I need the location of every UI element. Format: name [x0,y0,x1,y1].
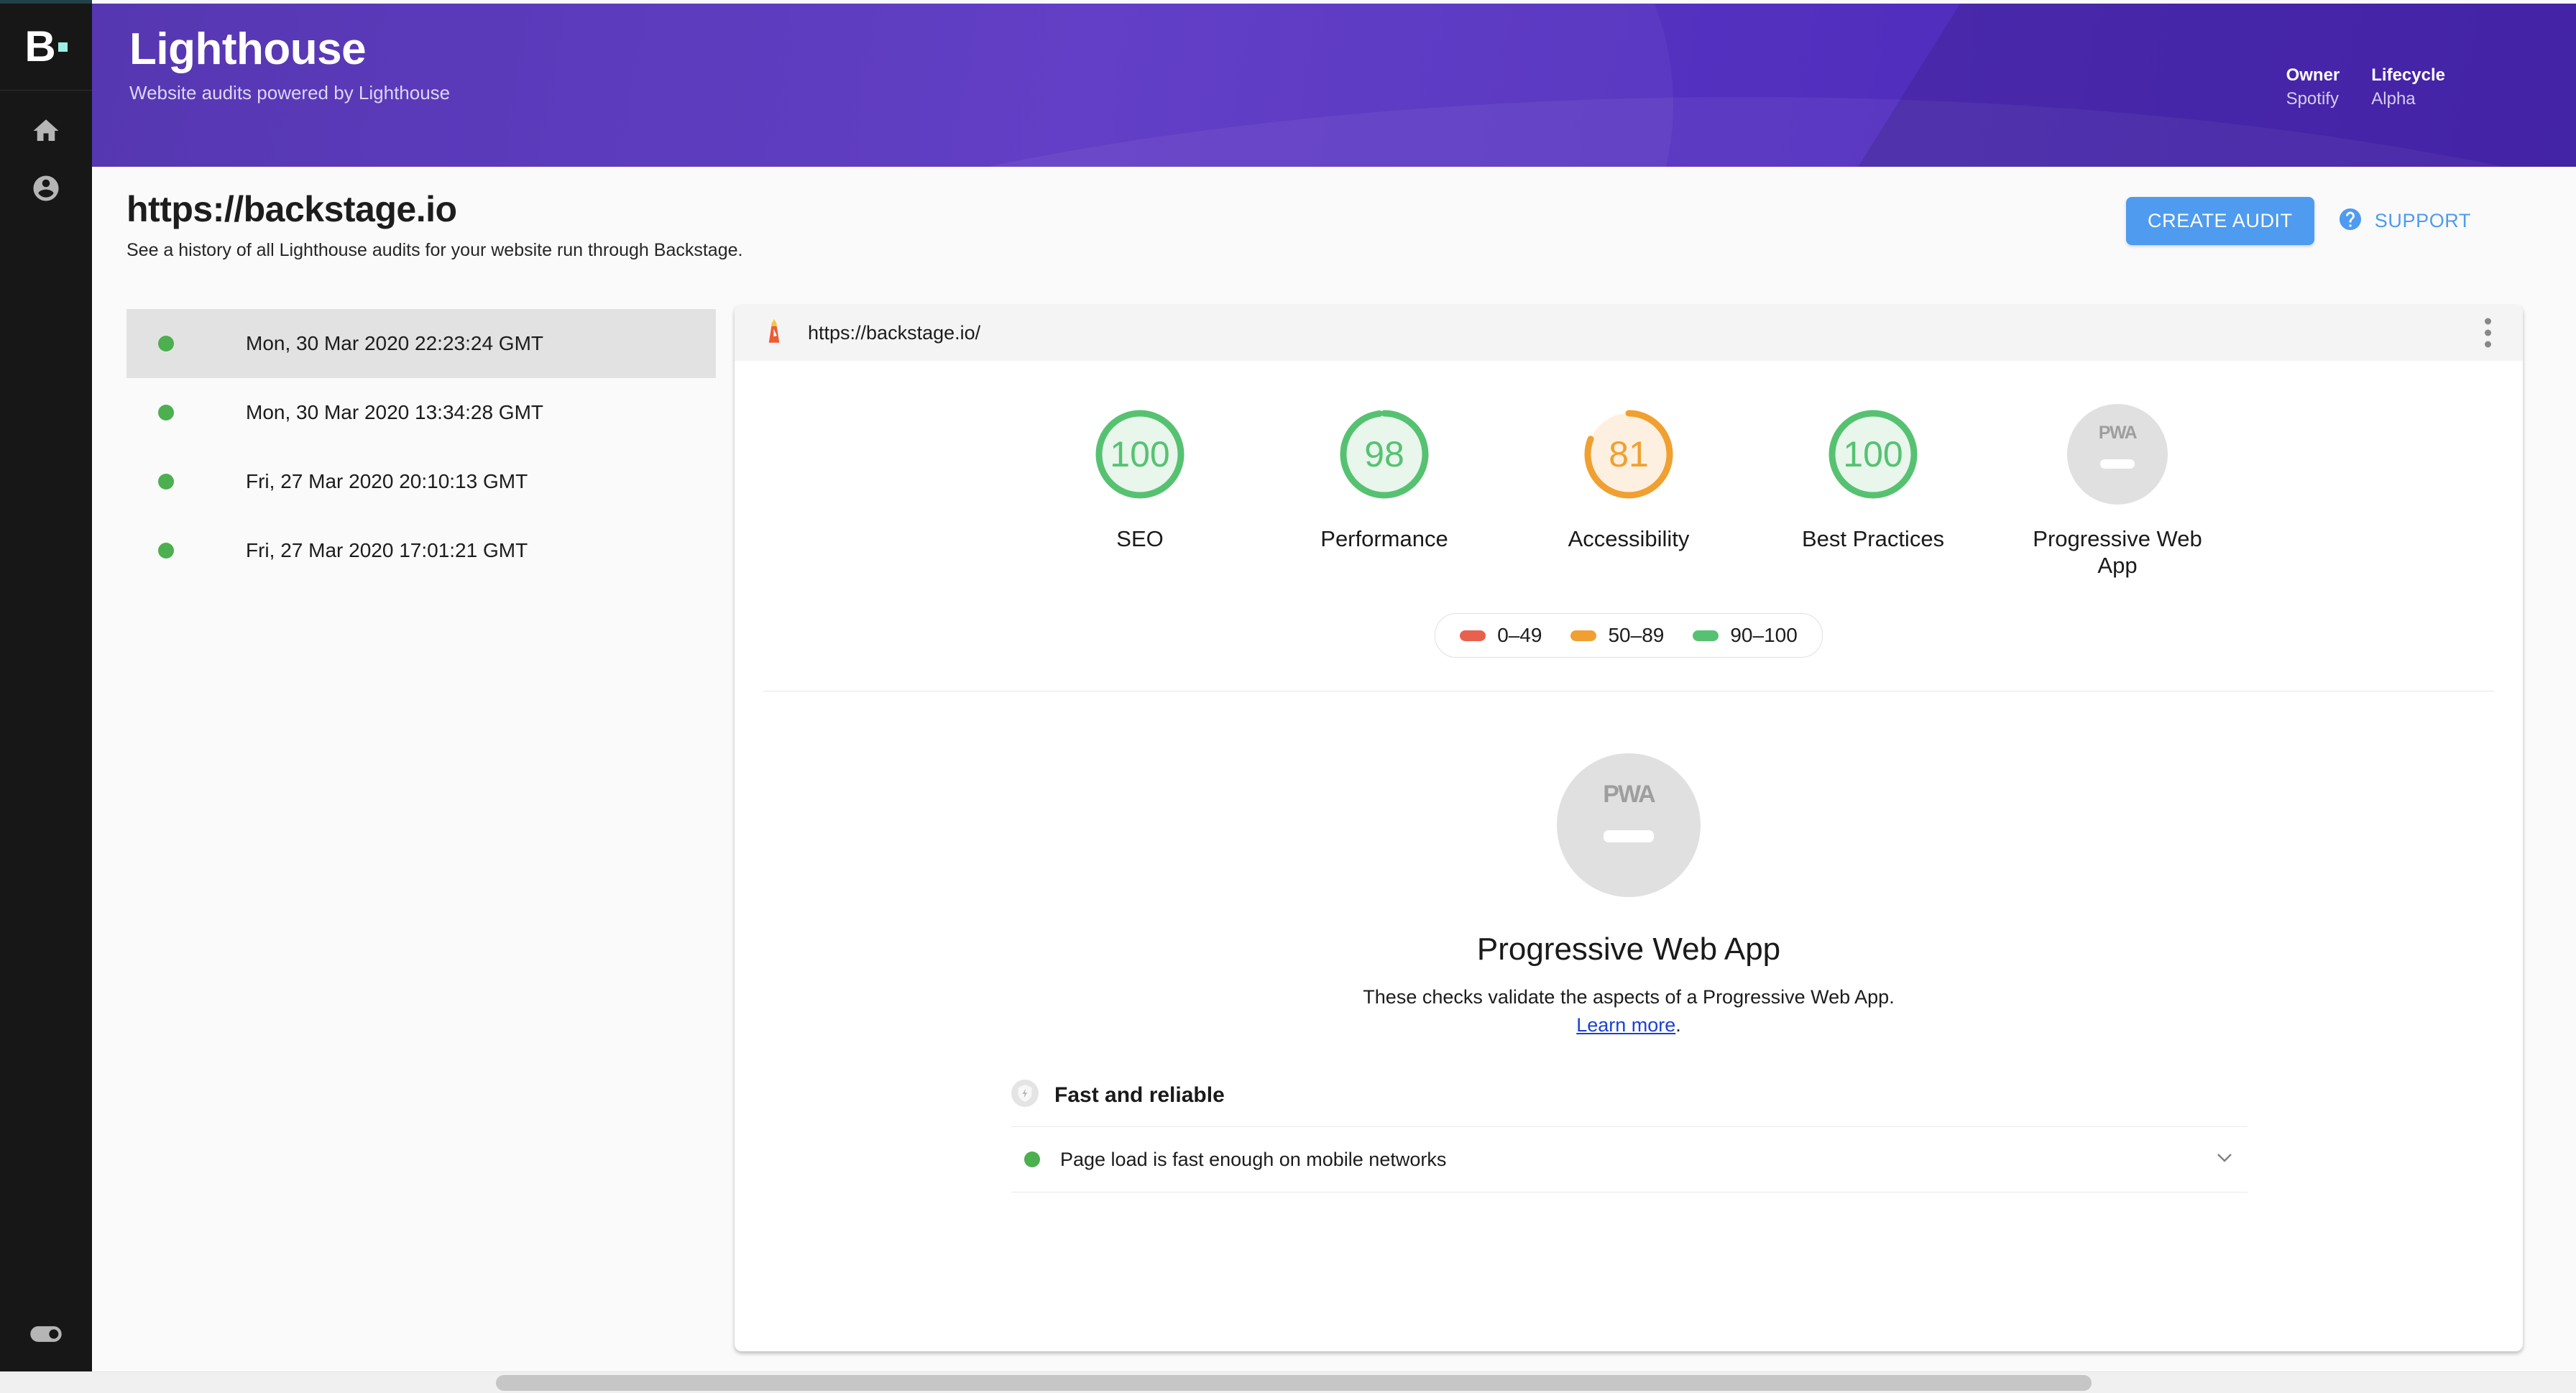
scrollbar-thumb[interactable] [496,1375,2092,1391]
page-banner: Lighthouse Website audits powered by Lig… [92,4,2576,167]
status-dot-icon [158,543,174,558]
backstage-logo[interactable]: B [0,4,92,90]
gauge-accessibility: 81 [1578,404,1679,505]
pwa-large-badge: PWA [1557,753,1701,898]
meta-owner: Owner Spotify [2286,64,2340,112]
audit-detail-card: https://backstage.io/ 100 SEO 98 Perform… [735,305,2523,1351]
more-vert-icon[interactable] [2485,318,2491,348]
chevron-down-icon[interactable] [2212,1145,2237,1174]
page-header-actions: CREATE AUDIT SUPPORT [2126,197,2471,245]
help-circle-icon [2337,206,2363,236]
audit-group-fast-and-reliable: Fast and reliable Page load is fast enou… [1011,1080,2248,1193]
pwa-desc-suffix: . [1675,1014,1681,1036]
gauge-seo: 100 [1090,404,1190,505]
score-label: Accessibility [1568,526,1690,551]
pwa-detail-section: PWA Progressive Web App These checks val… [735,691,2523,1193]
theme-toggle-icon [27,1315,65,1356]
lighthouse-icon [763,318,785,347]
pwa-section-title: Progressive Web App [1476,932,1781,967]
meta-owner-value: Spotify [2286,89,2339,109]
app-root: B Lighthouse Website audits powered by L… [0,0,2576,1393]
page-header: https://backstage.io See a history of al… [126,188,2506,275]
gauge-performance: 98 [1334,404,1435,505]
sidebar-item-account[interactable] [0,161,92,219]
meta-lifecycle-value: Alpha [2371,89,2416,109]
gauge-pwa-null: PWA [2067,404,2168,505]
score-seo[interactable]: 100 SEO [1046,404,1233,579]
score-label: Best Practices [1801,526,1945,551]
score-label: SEO [1116,526,1164,551]
null-score-dash-icon [2100,459,2135,469]
audit-history-item[interactable]: Fri, 27 Mar 2020 17:01:21 GMT [126,516,716,585]
meta-lifecycle-label: Lifecycle [2371,65,2445,85]
banner-meta: Owner Spotify Lifecycle Alpha [2286,64,2445,112]
score-value: 100 [1110,434,1170,474]
score-legend: 0–49 50–89 90–100 [1435,613,1823,658]
score-performance[interactable]: 98 Performance [1291,404,1478,579]
create-audit-button[interactable]: CREATE AUDIT [2126,197,2314,245]
audit-timestamp: Fri, 27 Mar 2020 17:01:21 GMT [246,539,528,561]
score-value: 81 [1609,434,1649,474]
sidebar-rail: B [0,0,92,1371]
score-value: 100 [1843,434,1903,474]
legend-range: 0–49 [1497,624,1542,647]
legend-item-mid: 50–89 [1570,624,1664,647]
legend-swatch-green-icon [1693,630,1719,641]
score-legend-wrapper: 0–49 50–89 90–100 [735,613,2523,658]
support-label: SUPPORT [2374,210,2471,231]
logo-letter: B [24,22,55,70]
gauge-best-practices: 100 [1823,404,1923,505]
rail-divider [0,90,92,91]
audit-url: https://backstage.io/ [808,321,981,344]
score-label: Progressive Web App [2033,526,2202,578]
audit-history-list: Mon, 30 Mar 2020 22:23:24 GMT Mon, 30 Ma… [126,309,716,585]
score-value: 98 [1364,434,1404,474]
status-dot-icon [1024,1151,1040,1168]
score-accessibility[interactable]: 81 Accessibility [1535,404,1722,579]
meta-lifecycle: Lifecycle Alpha [2371,64,2445,112]
pwa-section-description: These checks validate the aspects of a P… [1356,983,1902,1039]
score-label: Performance [1320,526,1448,551]
audit-row-text: Page load is fast enough on mobile netwo… [1060,1148,1447,1170]
audit-timestamp: Mon, 30 Mar 2020 13:34:28 GMT [246,401,543,423]
theme-toggle-button[interactable] [0,1300,92,1371]
account-circle-icon [31,173,61,207]
audit-history-item[interactable]: Mon, 30 Mar 2020 13:34:28 GMT [126,378,716,447]
pwa-badge-text: PWA [2098,423,2138,443]
audit-card-header: https://backstage.io/ [735,305,2523,361]
status-dot-icon [158,336,174,351]
horizontal-scrollbar[interactable] [0,1371,2576,1393]
legend-swatch-red-icon [1460,630,1486,641]
legend-item-high: 90–100 [1693,624,1798,647]
legend-range: 90–100 [1730,624,1798,647]
learn-more-link[interactable]: Learn more [1576,1014,1675,1036]
score-pwa[interactable]: PWA Progressive Web App [2024,404,2211,579]
legend-item-low: 0–49 [1460,624,1542,647]
score-gauges: 100 SEO 98 Performance 81 Accessibility … [735,361,2523,579]
audit-row[interactable]: Page load is fast enough on mobile netwo… [1011,1126,2248,1193]
legend-swatch-orange-icon [1570,630,1597,641]
audit-group-header: Fast and reliable [1011,1080,2248,1111]
meta-owner-label: Owner [2286,65,2340,85]
audit-timestamp: Mon, 30 Mar 2020 22:23:24 GMT [246,332,543,354]
support-link[interactable]: SUPPORT [2337,206,2471,236]
legend-range: 50–89 [1608,624,1665,647]
banner-title: Lighthouse [129,24,367,74]
null-score-dash-icon [1604,830,1654,843]
audit-history-item[interactable]: Mon, 30 Mar 2020 22:23:24 GMT [126,309,716,378]
logo-dot [58,42,68,52]
audit-history-item[interactable]: Fri, 27 Mar 2020 20:10:13 GMT [126,447,716,516]
shield-bolt-icon [1011,1080,1039,1111]
audit-timestamp: Fri, 27 Mar 2020 20:10:13 GMT [246,470,528,492]
audit-group-title: Fast and reliable [1054,1082,1225,1107]
pwa-desc-text: These checks validate the aspects of a P… [1363,986,1895,1008]
pwa-badge-text: PWA [1603,781,1655,809]
score-best-practices[interactable]: 100 Best Practices [1780,404,1966,579]
banner-subtitle: Website audits powered by Lighthouse [129,82,451,104]
home-icon [31,116,61,150]
status-dot-icon [158,474,174,489]
sidebar-item-home[interactable] [0,104,92,161]
status-dot-icon [158,405,174,420]
